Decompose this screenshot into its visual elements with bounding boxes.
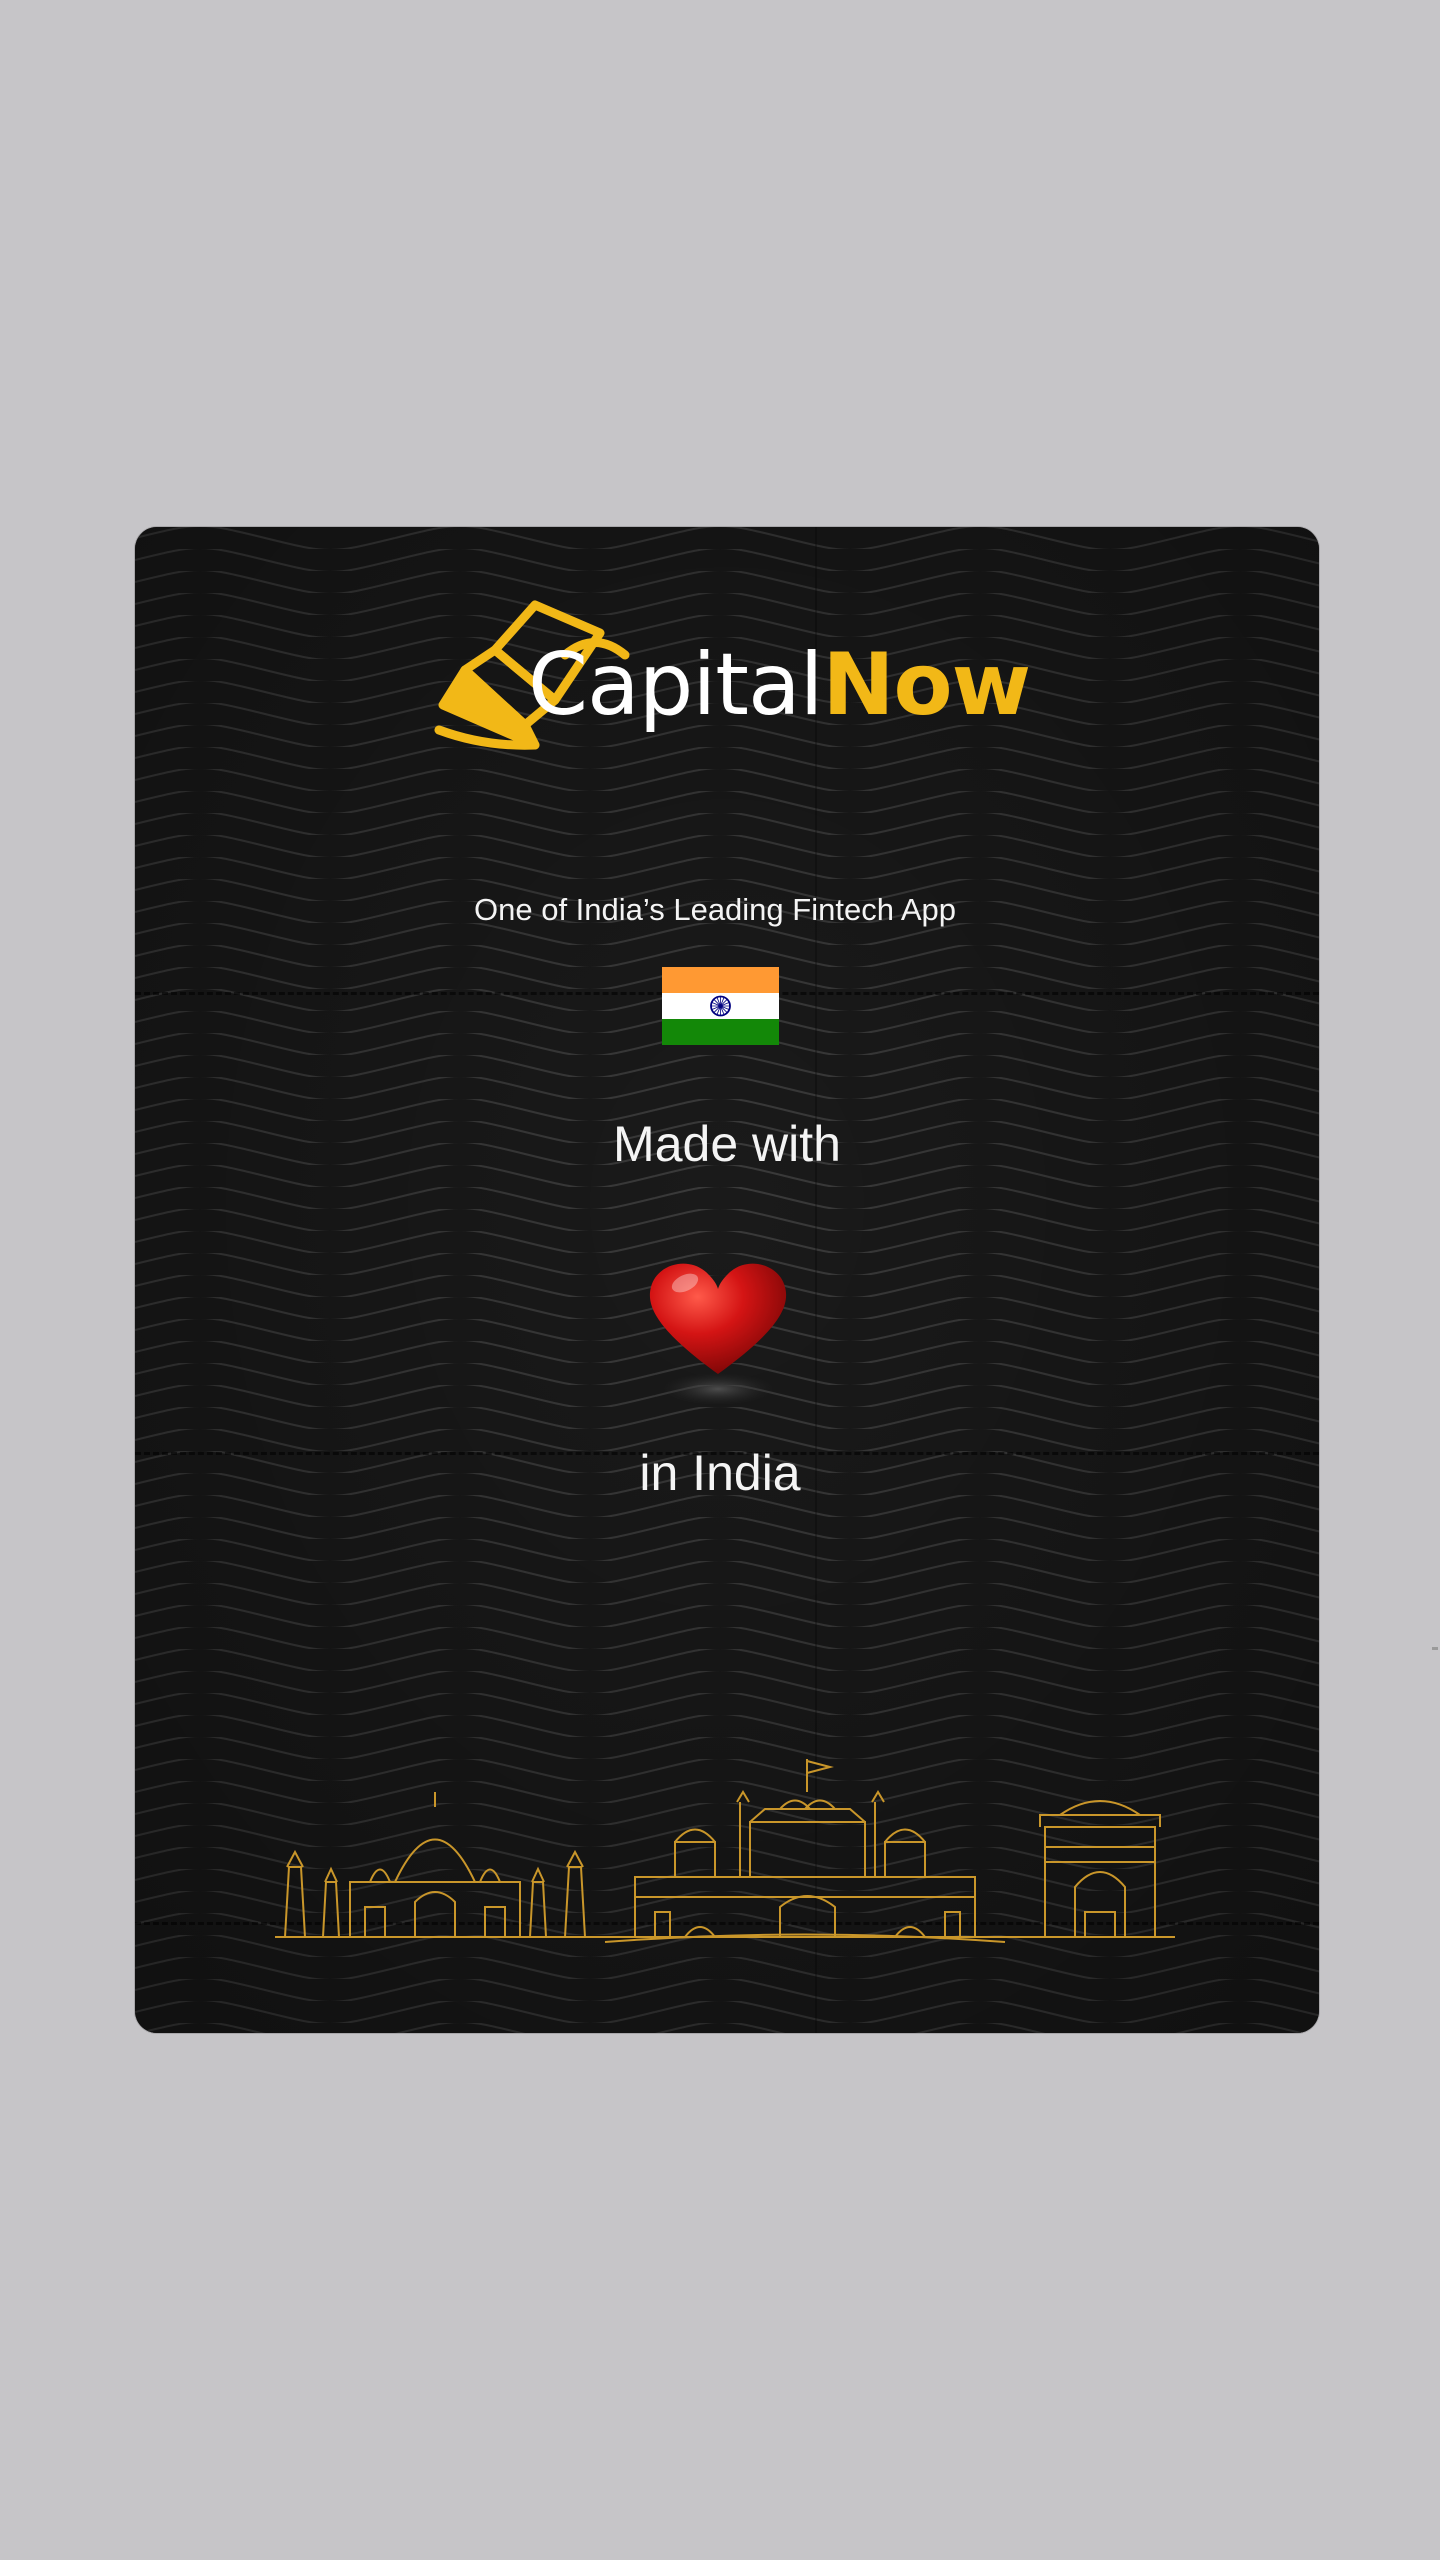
brand-name-part2: Now [822, 635, 1032, 735]
india-flag-icon [662, 967, 779, 1045]
india-monuments-illustration [275, 1759, 1175, 1943]
edge-mark [1432, 1647, 1438, 1650]
splash-card: CapitalNow One of India’s Leading Fintec… [135, 527, 1319, 2033]
splash-screen: CapitalNow One of India’s Leading Fintec… [0, 0, 1440, 2560]
brand-wordmark: CapitalNow [528, 642, 1031, 728]
made-with-text: Made with [613, 1116, 841, 1172]
heart-icon [649, 1263, 787, 1405]
brand-name-part1: Capital [528, 635, 824, 735]
in-india-text: in India [639, 1445, 801, 1501]
tagline: One of India’s Leading Fintech App [474, 892, 956, 927]
